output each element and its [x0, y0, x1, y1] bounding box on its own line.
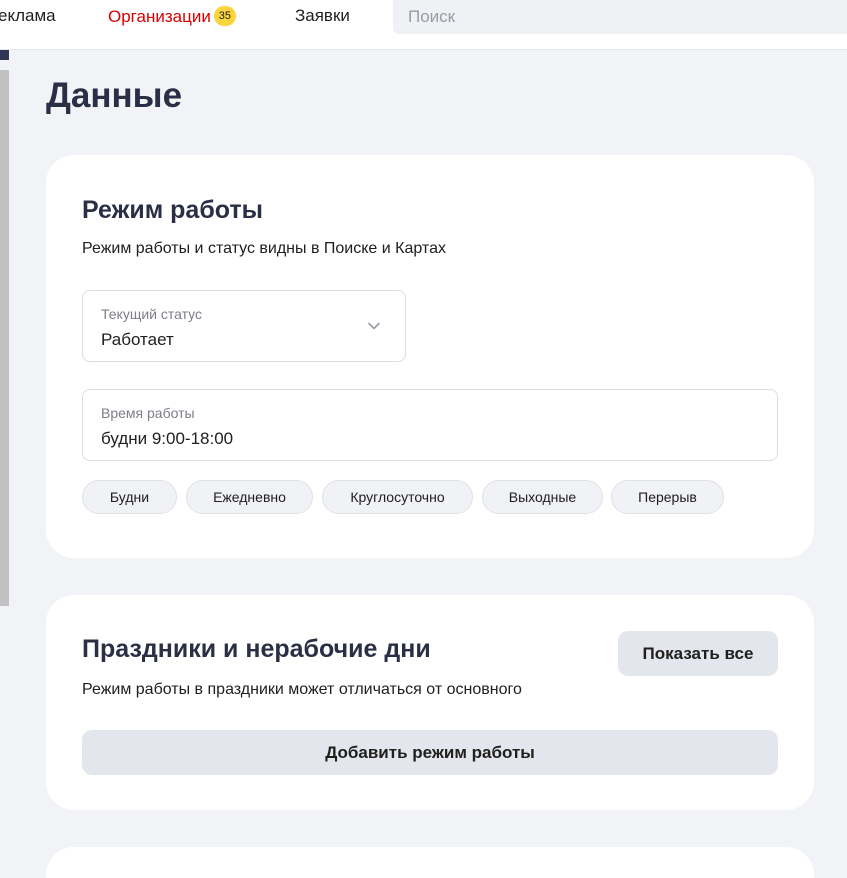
- nav-item-ads[interactable]: еклама: [0, 6, 56, 26]
- show-all-button[interactable]: Показать все: [618, 631, 778, 676]
- current-status-select[interactable]: Текущий статус Работает: [82, 290, 406, 362]
- left-panel-edge: [0, 50, 9, 60]
- holidays-card-title: Праздники и нерабочие дни: [82, 635, 431, 663]
- search-box: [393, 0, 847, 34]
- working-hours-label: Время работы: [101, 405, 195, 421]
- schedule-card: Режим работы Режим работы и статус видны…: [46, 155, 814, 558]
- chip-round-the-clock[interactable]: Круглосуточно: [322, 480, 473, 514]
- next-card: [46, 847, 814, 878]
- schedule-card-subtitle: Режим работы и статус видны в Поиске и К…: [82, 240, 446, 257]
- working-hours-value: будни 9:00-18:00: [101, 429, 234, 448]
- add-schedule-button[interactable]: Добавить режим работы: [82, 730, 778, 775]
- nav-item-organizations[interactable]: Организации 35: [108, 6, 236, 27]
- top-navigation-bar: еклама Организации 35 Заявки: [0, 0, 847, 50]
- nav-item-requests[interactable]: Заявки: [295, 6, 350, 26]
- holidays-card: Праздники и нерабочие дни Показать все Р…: [46, 595, 814, 810]
- working-hours-field[interactable]: Время работы будни 9:00-18:00: [82, 389, 778, 461]
- current-status-label: Текущий статус: [101, 306, 203, 322]
- search-input[interactable]: [393, 0, 847, 34]
- chip-daily[interactable]: Ежедневно: [186, 480, 313, 514]
- chip-break[interactable]: Перерыв: [611, 480, 724, 514]
- schedule-card-title: Режим работы: [82, 196, 264, 224]
- nav-item-organizations-label: Организации: [108, 7, 211, 26]
- chip-weekdays[interactable]: Будни: [82, 480, 177, 514]
- page-title: Данные: [46, 76, 183, 115]
- current-status-value: Работает: [101, 330, 174, 349]
- chevron-down-icon: [368, 322, 380, 330]
- holidays-card-subtitle: Режим работы в праздники может отличатьс…: [82, 681, 522, 698]
- chip-weekends[interactable]: Выходные: [482, 480, 603, 514]
- organizations-count-badge: 35: [213, 6, 236, 26]
- scrollbar-thumb[interactable]: [0, 70, 9, 606]
